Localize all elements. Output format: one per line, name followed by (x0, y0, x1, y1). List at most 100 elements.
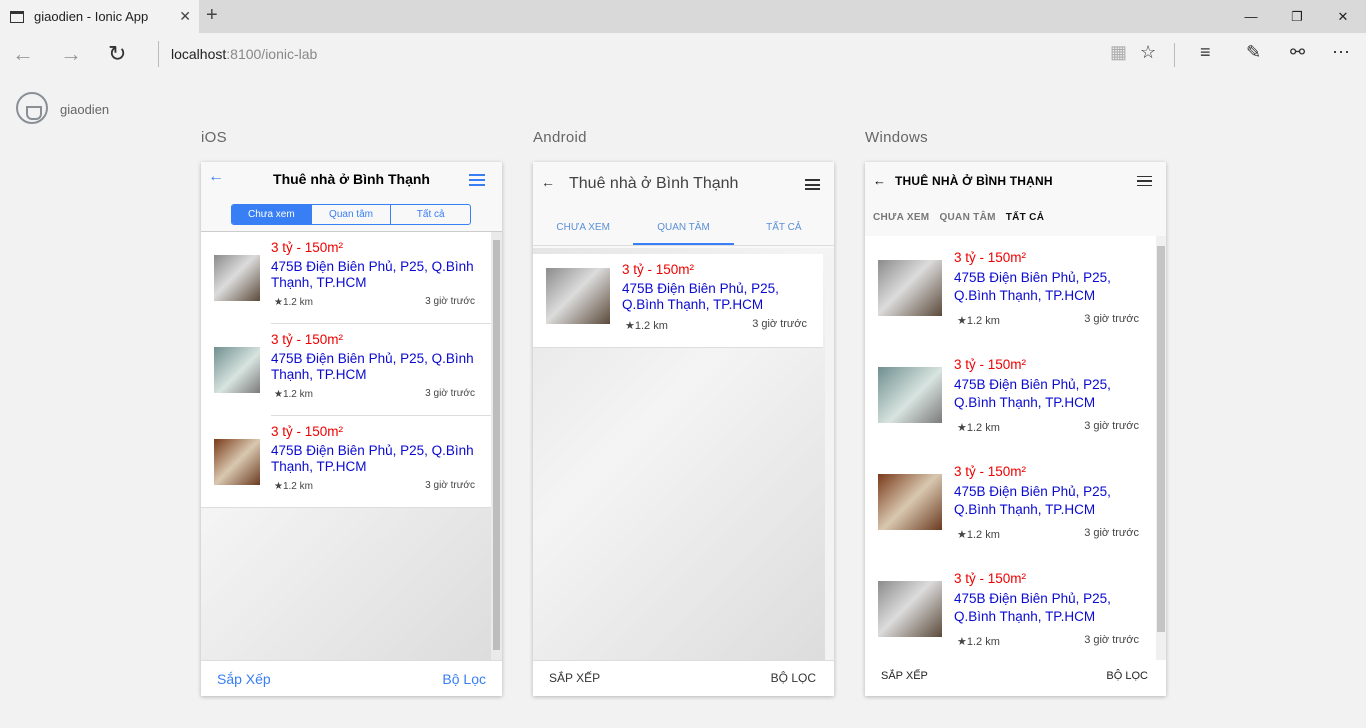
sort-button[interactable]: SẮP XẾP (881, 670, 928, 682)
hub-icon[interactable]: ≡ (1200, 42, 1211, 63)
web-note-icon[interactable]: ✎ (1246, 42, 1261, 63)
scrollbar[interactable] (825, 254, 834, 660)
listing-time: 3 giờ trước (1084, 313, 1139, 325)
listing-distance: ★1.2 km (274, 297, 313, 308)
back-arrow-icon[interactable]: ← (541, 174, 555, 190)
scrollbar[interactable] (1156, 236, 1166, 660)
page-icon (10, 10, 24, 23)
listing-time: 3 giờ trước (1084, 634, 1139, 646)
ios-toolbar: ← Thuê nhà ở Bình Thạnh Chưa xem Quan tâ… (201, 162, 502, 232)
listing-time: 3 giờ trước (425, 296, 475, 307)
reading-view-icon[interactable]: ▦ (1110, 42, 1127, 63)
listing-price: 3 tỷ - 150m² (954, 571, 1027, 586)
listing-price: 3 tỷ - 150m² (271, 424, 344, 439)
new-tab-icon[interactable]: + (206, 4, 218, 27)
listing-list: 3 tỷ - 150m² 475B Điện Biên Phủ, P25, Q.… (533, 254, 823, 348)
favorite-star-icon[interactable]: ☆ (1140, 42, 1156, 63)
list-item[interactable]: 3 tỷ - 150m² 475B Điện Biên Phủ, P25, Q.… (533, 254, 823, 348)
browser-tab-bar: giaodien - Ionic App ✕ + — ❐ ✕ (0, 0, 1366, 33)
listing-address: 475B Điện Biên Phủ, P25, Q.Bình Thạnh, T… (954, 591, 1111, 624)
filter-button[interactable]: Bộ Lọc (442, 671, 486, 687)
share-icon[interactable]: ⚯ (1290, 42, 1305, 63)
distance-value: 1.2 km (282, 297, 313, 308)
listing-distance: ★1.2 km (957, 422, 1000, 434)
list-item[interactable]: 3 tỷ - 150m² 475B Điện Biên Phủ, P25, Q.… (865, 250, 1155, 342)
forward-icon[interactable]: → (60, 41, 82, 67)
platform-label-windows: Windows (865, 129, 928, 146)
listing-list: 3 tỷ - 150m² 475B Điện Biên Phủ, P25, Q.… (865, 236, 1155, 660)
segment-control: Chưa xem Quan tâm Tất cả (231, 204, 471, 225)
segment-chua-xem[interactable]: Chưa xem (232, 205, 312, 224)
list-item[interactable]: 3 tỷ - 150m² 475B Điện Biên Phủ, P25, Q.… (201, 232, 491, 324)
menu-icon[interactable] (805, 179, 820, 190)
list-item[interactable]: 3 tỷ - 150m² 475B Điện Biên Phủ, P25, Q.… (201, 416, 491, 508)
list-item[interactable]: 3 tỷ - 150m² 475B Điện Biên Phủ, P25, Q.… (201, 324, 491, 416)
listing-address: 475B Điện Biên Phủ, P25, Q.Bình Thạnh, T… (271, 351, 474, 382)
listing-photo (214, 255, 260, 301)
filter-button[interactable]: BỘ LỌC (771, 671, 816, 685)
scrollbar-thumb[interactable] (1157, 246, 1165, 632)
refresh-icon[interactable]: ↻ (108, 41, 126, 67)
sort-button[interactable]: Sắp Xếp (217, 671, 271, 687)
close-tab-icon[interactable]: ✕ (179, 8, 191, 25)
listing-time: 3 giờ trước (1084, 527, 1139, 539)
back-arrow-icon[interactable]: ← (873, 173, 886, 188)
listing-address: 475B Điện Biên Phủ, P25, Q.Bình Thạnh, T… (954, 270, 1111, 303)
tab-chua-xem[interactable]: CHƯA XEM (533, 212, 633, 245)
tab-title: giaodien - Ionic App (34, 9, 149, 24)
listing-price: 3 tỷ - 150m² (622, 262, 695, 277)
more-icon[interactable]: ⋯ (1332, 42, 1350, 63)
distance-value: 1.2 km (966, 422, 1000, 434)
windows-footer: SẮP XẾP BỘ LỌC (865, 660, 1166, 696)
listing-address: 475B Điện Biên Phủ, P25, Q.Bình Thạnh, T… (954, 484, 1111, 517)
page-title: Thuê nhà ở Bình Thạnh (273, 171, 430, 187)
scrollbar[interactable] (491, 232, 502, 660)
android-toolbar: ← Thuê nhà ở Bình Thạnh CHƯA XEM QUAN TÂ… (533, 162, 834, 248)
listing-photo (878, 474, 942, 530)
listing-distance: ★1.2 km (625, 320, 668, 332)
listing-price: 3 tỷ - 150m² (271, 332, 344, 347)
url-field[interactable]: localhost:8100/ionic-lab (158, 41, 317, 67)
menu-icon[interactable] (469, 174, 485, 186)
scrollbar-thumb[interactable] (493, 240, 500, 650)
listing-address: 475B Điện Biên Phủ, P25, Q.Bình Thạnh, T… (622, 281, 779, 312)
back-icon[interactable]: ← (12, 41, 34, 67)
item-divider (201, 507, 491, 508)
platform-label-ios: iOS (201, 129, 227, 146)
list-item[interactable]: 3 tỷ - 150m² 475B Điện Biên Phủ, P25, Q.… (865, 571, 1155, 663)
tab-chua-xem[interactable]: CHƯA XEM (873, 212, 929, 223)
url-path: :8100/ionic-lab (226, 46, 318, 62)
address-bar: ← → ↻ localhost:8100/ionic-lab ▦ ☆ ≡ ✎ ⚯… (0, 33, 1366, 76)
menu-icon[interactable] (1137, 176, 1152, 186)
android-footer: SẮP XẾP BỘ LỌC (533, 660, 834, 696)
browser-tab[interactable]: giaodien - Ionic App ✕ (0, 0, 199, 33)
listing-photo (214, 439, 260, 485)
segment-tat-ca[interactable]: Tất cả (391, 205, 470, 224)
listing-photo (546, 268, 610, 324)
tab-quan-tam[interactable]: QUAN TÂM (939, 212, 995, 223)
listing-distance: ★1.2 km (274, 481, 313, 492)
listing-price: 3 tỷ - 150m² (271, 240, 344, 255)
listing-distance: ★1.2 km (274, 389, 313, 400)
windows-toolbar: ← THUÊ NHÀ Ở BÌNH THẠNH CHƯA XEM QUAN TÂ… (865, 162, 1166, 236)
minimize-icon[interactable]: — (1228, 0, 1274, 33)
list-item[interactable]: 3 tỷ - 150m² 475B Điện Biên Phủ, P25, Q.… (865, 464, 1155, 556)
tab-tat-ca[interactable]: TẤT CẢ (1006, 212, 1044, 223)
listing-photo (214, 347, 260, 393)
url-host: localhost (171, 46, 227, 62)
listing-photo (878, 367, 942, 423)
segment-quan-tam[interactable]: Quan tâm (312, 205, 392, 224)
distance-value: 1.2 km (634, 320, 668, 332)
restore-icon[interactable]: ❐ (1274, 0, 1320, 33)
list-item[interactable]: 3 tỷ - 150m² 475B Điện Biên Phủ, P25, Q.… (865, 357, 1155, 449)
tab-quan-tam[interactable]: QUAN TÂM (633, 212, 734, 245)
tab-bar: CHƯA XEM QUAN TÂM TẤT CẢ (873, 212, 1044, 223)
tab-tat-ca[interactable]: TẤT CẢ (734, 212, 834, 245)
distance-value: 1.2 km (282, 389, 313, 400)
listing-price: 3 tỷ - 150m² (954, 250, 1027, 265)
listing-list: 3 tỷ - 150m² 475B Điện Biên Phủ, P25, Q.… (201, 232, 491, 508)
sort-button[interactable]: SẮP XẾP (549, 671, 600, 685)
listing-address: 475B Điện Biên Phủ, P25, Q.Bình Thạnh, T… (271, 259, 474, 290)
close-window-icon[interactable]: ✕ (1320, 0, 1366, 33)
filter-button[interactable]: BỘ LỌC (1106, 670, 1148, 682)
